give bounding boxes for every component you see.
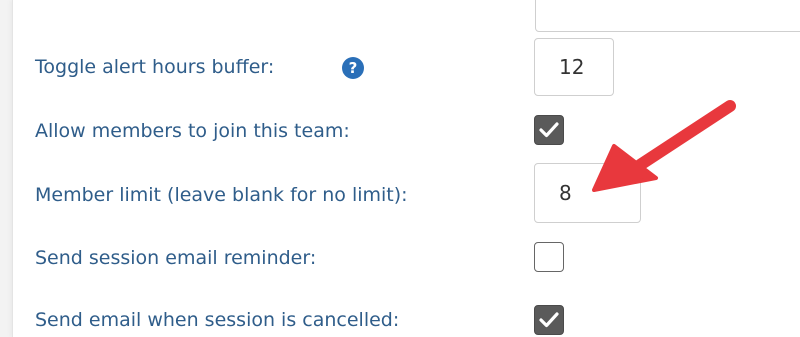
partial-input-field[interactable]: [535, 0, 800, 32]
member-limit-input[interactable]: 8: [534, 163, 641, 223]
allow-join-checkbox[interactable]: [534, 115, 564, 145]
settings-panel: [12, 0, 800, 337]
alert-hours-input[interactable]: 12: [534, 38, 614, 96]
session-reminder-label: Send session email reminder:: [35, 247, 317, 269]
member-limit-label: Member limit (leave blank for no limit):: [35, 184, 408, 206]
question-circle-icon[interactable]: ?: [341, 56, 365, 80]
session-reminder-checkbox[interactable]: [534, 242, 564, 272]
checkmark-icon: [539, 122, 559, 138]
allow-join-label: Allow members to join this team:: [35, 120, 350, 142]
cancel-email-label: Send email when session is cancelled:: [35, 309, 400, 331]
alert-hours-value: 12: [559, 55, 585, 79]
cancel-email-checkbox[interactable]: [534, 305, 564, 335]
svg-text:?: ?: [349, 59, 358, 77]
member-limit-value: 8: [559, 181, 572, 205]
toggle-alert-label: Toggle alert hours buffer:: [35, 56, 275, 78]
checkmark-icon: [539, 312, 559, 328]
